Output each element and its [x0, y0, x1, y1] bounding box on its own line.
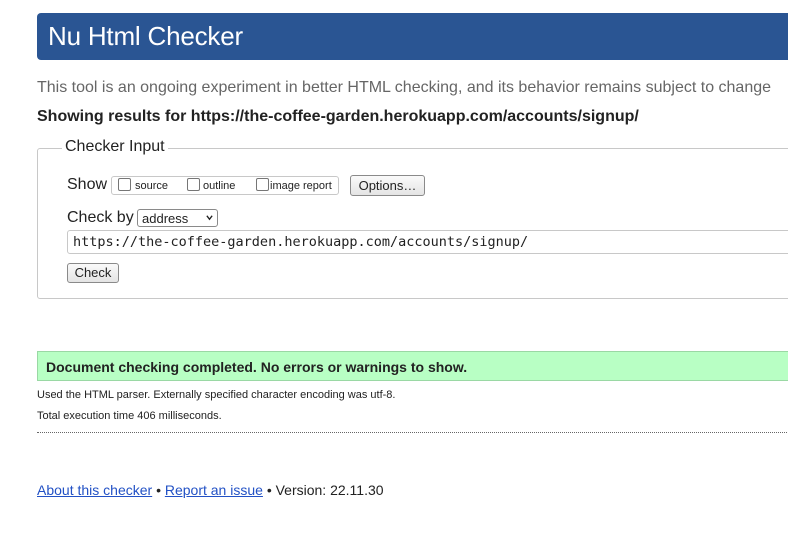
- show-label: Show: [67, 176, 108, 193]
- footer-separator-2: •: [266, 482, 272, 498]
- options-button[interactable]: Options…: [350, 175, 425, 196]
- execution-time: Total execution time 406 milliseconds.: [37, 410, 222, 422]
- outline-label: outline: [203, 180, 236, 192]
- report-issue-link[interactable]: Report an issue: [165, 482, 263, 498]
- tagline: This tool is an ongoing experiment in be…: [37, 79, 772, 96]
- show-image-report-option[interactable]: image report: [256, 177, 338, 194]
- show-options-group: source outline image report: [111, 176, 339, 195]
- checker-input-legend: Checker Input: [62, 138, 168, 156]
- chevron-down-icon: [206, 215, 213, 221]
- show-source-option[interactable]: source: [118, 177, 178, 194]
- page-title: Nu Html Checker: [48, 21, 243, 51]
- check-button[interactable]: Check: [67, 263, 119, 283]
- image-report-checkbox[interactable]: [256, 178, 269, 191]
- check-by-selected-value: address: [142, 211, 189, 226]
- about-checker-link[interactable]: About this checker: [37, 482, 152, 498]
- show-outline-option[interactable]: outline: [187, 177, 252, 194]
- version-text: Version: 22.11.30: [275, 482, 384, 498]
- url-input[interactable]: https://the-coffee-garden.herokuapp.com/…: [67, 230, 788, 254]
- parser-info: Used the HTML parser. Externally specifi…: [37, 389, 396, 401]
- image-report-label: image report: [270, 180, 332, 192]
- footer-separator-1: •: [156, 482, 161, 498]
- nu-html-checker-page: Nu Html Checker This tool is an ongoing …: [0, 0, 788, 536]
- page-header: Nu Html Checker: [37, 13, 788, 60]
- success-message-box: Document checking completed. No errors o…: [37, 351, 788, 381]
- dotted-divider: [37, 432, 788, 433]
- check-by-select[interactable]: address: [137, 209, 218, 227]
- success-message: Document checking completed. No errors o…: [46, 359, 468, 375]
- outline-checkbox[interactable]: [187, 178, 200, 191]
- showing-results-heading: Showing results for https://the-coffee-g…: [37, 108, 639, 125]
- source-checkbox[interactable]: [118, 178, 131, 191]
- source-label: source: [135, 180, 169, 192]
- footer: About this checker • Report an issue • V…: [37, 482, 384, 498]
- check-by-label: Check by: [67, 209, 134, 226]
- url-input-value: https://the-coffee-garden.herokuapp.com/…: [73, 234, 529, 250]
